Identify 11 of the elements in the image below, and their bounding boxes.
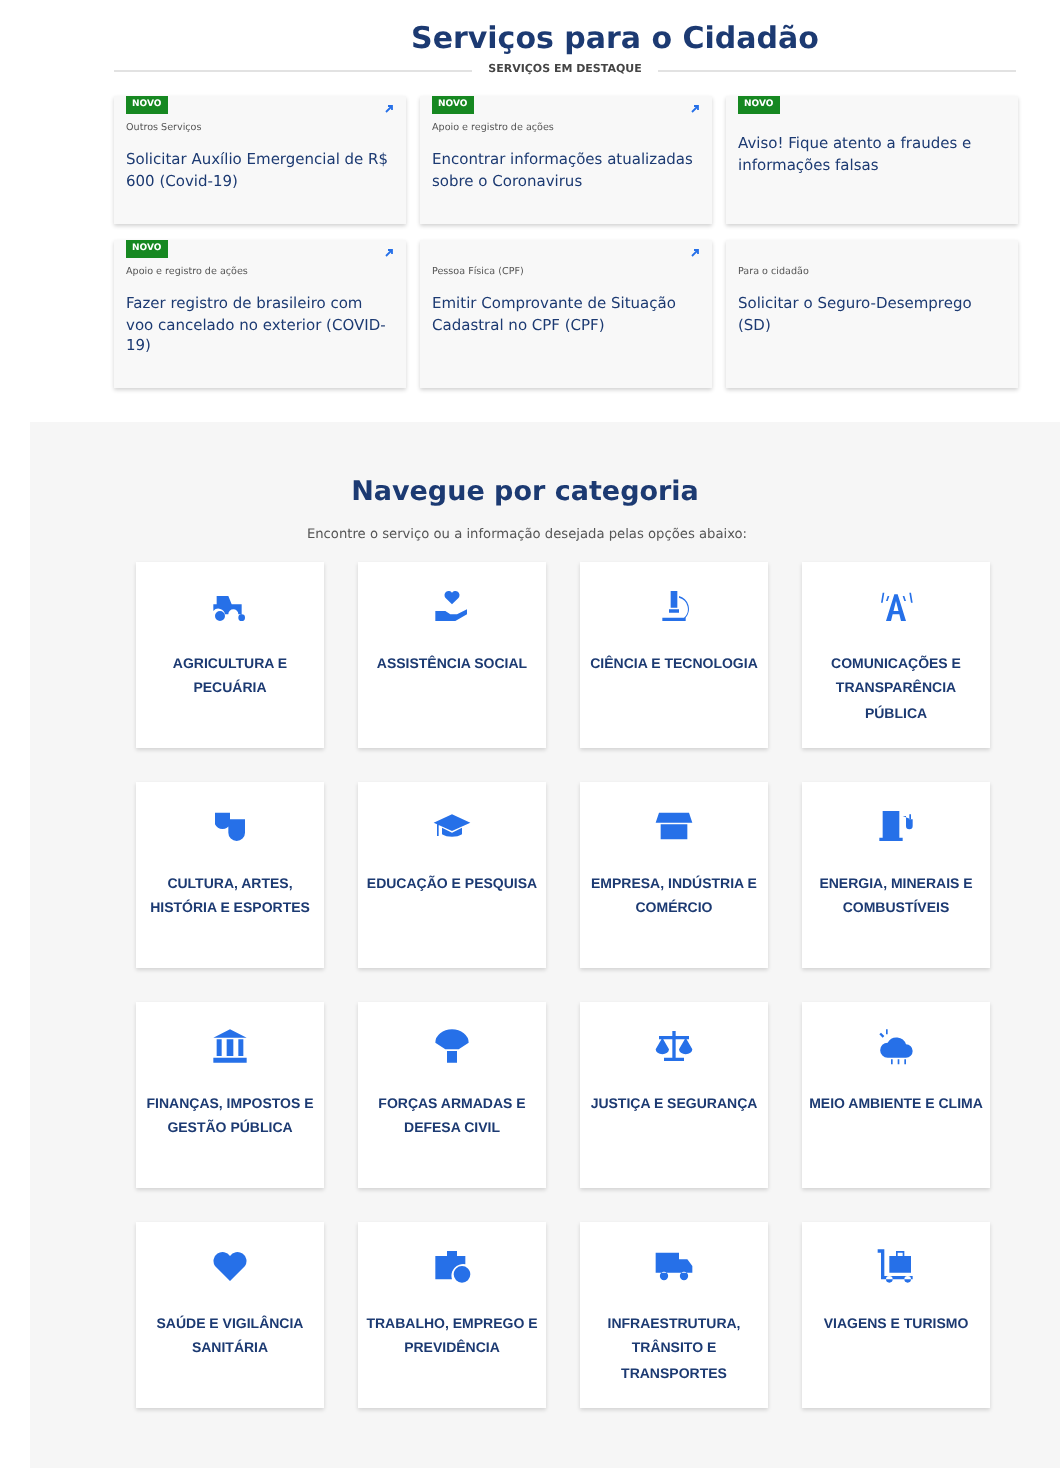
charging-station-icon bbox=[876, 806, 916, 846]
section-title: Serviços para o Cidadão bbox=[409, 20, 821, 56]
parachute-icon bbox=[432, 1026, 472, 1066]
cloud-rain-sun-icon bbox=[876, 1026, 916, 1066]
heart-hand-icon bbox=[432, 586, 472, 626]
scales-icon bbox=[654, 1026, 694, 1066]
luggage-cart-icon bbox=[876, 1246, 916, 1286]
briefcase-clock-icon bbox=[432, 1246, 472, 1286]
heartbeat-icon bbox=[210, 1246, 250, 1286]
section-title: Navegue por categoria bbox=[349, 476, 701, 508]
bank-building-icon bbox=[210, 1026, 250, 1066]
